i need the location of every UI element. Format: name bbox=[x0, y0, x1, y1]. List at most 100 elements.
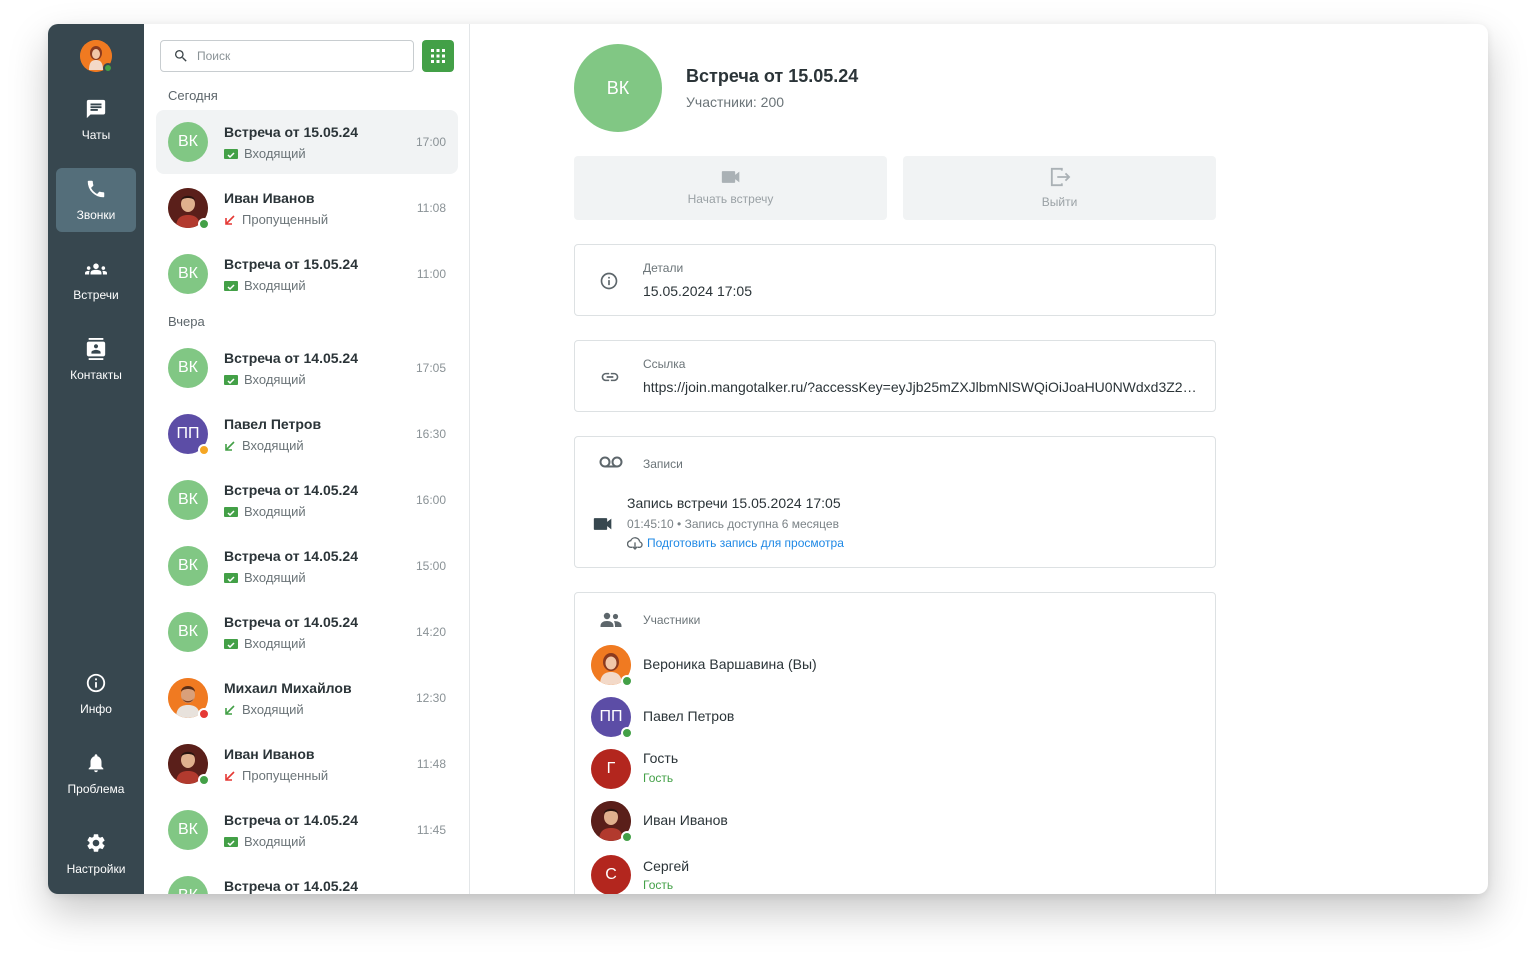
participant-row[interactable]: Вероника Варшавина (Вы) bbox=[591, 645, 1191, 687]
video-call-icon bbox=[224, 572, 238, 583]
sidebar-item-label: Инфо bbox=[80, 702, 112, 716]
call-type: Пропущенный bbox=[242, 212, 329, 227]
records-card: Записи Запись встречи 15.05.2024 17:05 0… bbox=[574, 436, 1216, 568]
call-item[interactable]: ВК Встреча от 14.05.24 Входящий 15:00 bbox=[156, 534, 458, 598]
avatar: ПП bbox=[168, 414, 210, 456]
call-time: 11:48 bbox=[416, 757, 446, 771]
details-value: 15.05.2024 17:05 bbox=[643, 283, 752, 299]
online-status-dot bbox=[621, 727, 633, 739]
call-time: 11:00 bbox=[416, 267, 446, 281]
section-yesterday: Вчера bbox=[168, 314, 205, 329]
call-item[interactable]: ВК Встреча от 14.05.24 Входящий 11:45 bbox=[156, 798, 458, 862]
start-meeting-label: Начать встречу bbox=[687, 192, 774, 206]
exit-button[interactable]: Выйти bbox=[903, 156, 1216, 220]
section-today: Сегодня bbox=[168, 88, 218, 103]
incoming-call-icon bbox=[225, 440, 235, 451]
video-camera-icon bbox=[593, 518, 612, 530]
avatar: ВК bbox=[168, 254, 208, 294]
sidebar-item-info[interactable]: Инфо bbox=[56, 662, 136, 726]
info-icon bbox=[86, 673, 106, 693]
participants-label: Участники bbox=[643, 613, 701, 627]
video-call-icon bbox=[224, 148, 238, 159]
participant-name: Павел Петров bbox=[643, 708, 735, 724]
busy-status-dot bbox=[198, 708, 210, 720]
call-item[interactable]: ВК Встреча от 15.05.24 Входящий 17:00 bbox=[156, 110, 458, 174]
sidebar-item-chats[interactable]: Чаты bbox=[56, 88, 136, 152]
online-status-dot bbox=[621, 831, 633, 843]
call-time: 14:20 bbox=[415, 625, 446, 639]
participant-row[interactable]: Г Гость Гость bbox=[591, 749, 1191, 789]
call-item[interactable]: Михаил Михайлов Входящий 12:30 bbox=[156, 666, 458, 730]
prepare-record-label: Подготовить запись для просмотра bbox=[647, 536, 844, 550]
call-name: Встреча от 15.05.24 bbox=[224, 124, 358, 140]
call-time: 17:00 bbox=[415, 135, 446, 149]
call-item[interactable]: Иван Иванов Пропущенный 11:48 bbox=[156, 732, 458, 796]
participant-row[interactable]: С Сергей Гость bbox=[591, 855, 1191, 894]
exit-icon bbox=[1050, 167, 1070, 187]
avatar: С bbox=[591, 855, 631, 894]
search-input[interactable] bbox=[197, 49, 397, 63]
avatar: ПП bbox=[591, 697, 633, 739]
group-icon bbox=[600, 612, 622, 627]
call-type: Входящий bbox=[244, 372, 306, 387]
avatar bbox=[168, 188, 210, 230]
participant-name: Гость bbox=[643, 750, 679, 766]
meeting-avatar: ВК bbox=[574, 44, 662, 132]
avatar bbox=[168, 744, 210, 786]
avatar: ВК bbox=[168, 876, 208, 894]
records-label: Записи bbox=[643, 457, 683, 471]
call-item[interactable]: Иван Иванов Пропущенный 11:08 bbox=[156, 176, 458, 240]
call-time: 16:00 bbox=[415, 493, 446, 507]
sidebar-item-label: Настройки bbox=[66, 862, 126, 876]
online-status-dot bbox=[198, 218, 210, 230]
call-item[interactable]: ВК Встреча от 14.05.24 Входящий 17:05 bbox=[156, 336, 458, 400]
sidebar-item-label: Контакты bbox=[70, 368, 122, 382]
details-card: Детали 15.05.2024 17:05 bbox=[574, 244, 1216, 316]
call-name: Встреча от 14.05.24 bbox=[224, 350, 358, 366]
incoming-call-icon bbox=[225, 704, 235, 715]
sidebar-item-problem[interactable]: Проблема bbox=[56, 742, 136, 806]
sidebar-item-settings[interactable]: Настройки bbox=[56, 822, 136, 886]
call-type: Входящий bbox=[244, 834, 306, 849]
participants-card: Участники Вероника Варшавина (Вы) ПП Пав… bbox=[574, 592, 1216, 894]
call-type: Пропущенный bbox=[242, 768, 329, 783]
call-type: Входящий bbox=[244, 278, 306, 293]
avatar: ВК bbox=[168, 480, 208, 520]
gear-icon bbox=[87, 834, 105, 852]
sidebar-item-contacts[interactable]: Контакты bbox=[56, 328, 136, 392]
search-box[interactable] bbox=[160, 40, 414, 72]
sidebar-item-label: Проблема bbox=[67, 782, 125, 796]
voicemail-icon bbox=[599, 456, 623, 468]
dialpad-icon bbox=[431, 49, 445, 63]
video-call-icon bbox=[224, 374, 238, 385]
sidebar-item-meetings[interactable]: Встречи bbox=[56, 248, 136, 312]
search-icon bbox=[175, 50, 187, 62]
call-type: Входящий bbox=[242, 702, 304, 717]
participant-row[interactable]: ПП Павел Петров bbox=[591, 697, 1191, 739]
call-name: Встреча от 15.05.24 bbox=[224, 256, 358, 272]
user-avatar[interactable] bbox=[80, 40, 113, 73]
phone-icon bbox=[87, 180, 105, 198]
sidebar-item-calls[interactable]: Звонки bbox=[56, 168, 136, 232]
sidebar-item-label: Встречи bbox=[73, 288, 119, 302]
link-card[interactable]: Ссылка https://join.mangotalker.ru/?acce… bbox=[574, 340, 1216, 412]
call-item[interactable]: ВК Встреча от 15.05.24 Входящий 11:00 bbox=[156, 242, 458, 306]
dialpad-button[interactable] bbox=[422, 40, 454, 72]
avatar: ВК bbox=[168, 122, 208, 162]
call-item[interactable]: ВК Встреча от 14.05.24 Входящий 16:00 bbox=[156, 468, 458, 532]
call-item[interactable]: ПП Павел Петров Входящий 16:30 bbox=[156, 402, 458, 466]
missed-call-icon bbox=[225, 214, 235, 225]
participant-name: Вероника Варшавина (Вы) bbox=[643, 656, 817, 672]
call-name: Встреча от 14.05.24 bbox=[224, 482, 358, 498]
meeting-details: ВК Встреча от 15.05.24 Участники: 200 На… bbox=[470, 24, 1488, 894]
meeting-link[interactable]: https://join.mangotalker.ru/?accessKey=e… bbox=[643, 379, 1203, 395]
call-item[interactable]: ВК Встреча от 14.05.24 Входящий 14:20 bbox=[156, 600, 458, 664]
video-call-icon bbox=[224, 280, 238, 291]
call-item[interactable]: ВК Встреча от 14.05.24 bbox=[156, 864, 458, 894]
chat-icon bbox=[86, 99, 106, 119]
participant-row[interactable]: Иван Иванов bbox=[591, 801, 1191, 843]
prepare-record-link[interactable]: Подготовить запись для просмотра bbox=[627, 536, 844, 550]
online-status-dot bbox=[621, 675, 633, 687]
start-meeting-button[interactable]: Начать встречу bbox=[574, 156, 887, 220]
video-camera-icon bbox=[721, 171, 739, 183]
